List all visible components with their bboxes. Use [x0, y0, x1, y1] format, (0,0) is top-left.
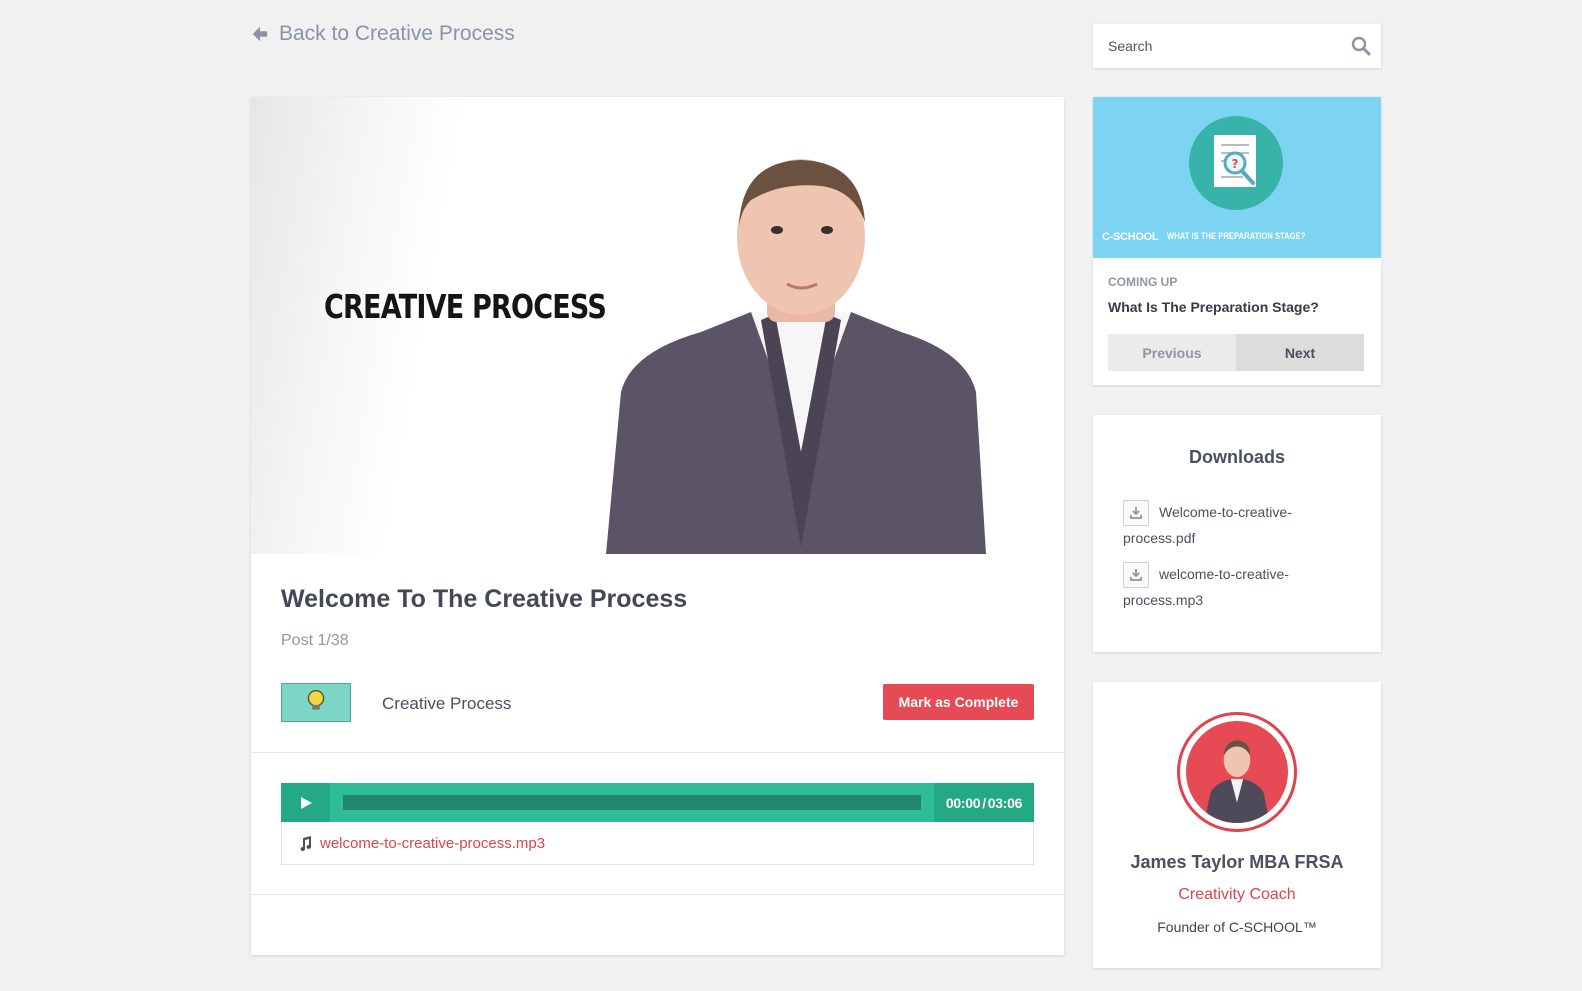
audio-time: 00:00/03:06: [934, 783, 1034, 822]
downloads-card: Downloads Welcome-to-creative-process.pd…: [1093, 415, 1381, 652]
author-role: Creativity Coach: [1178, 886, 1296, 903]
lesson-card: CREATIVE PROCESS Welcome To The Creative…: [251, 97, 1064, 955]
mark-complete-button[interactable]: Mark as Complete: [883, 684, 1034, 720]
video-player[interactable]: CREATIVE PROCESS: [251, 97, 1064, 554]
up-next-card: ? C-SCHOOL WHAT IS THE PREPARATION STAGE…: [1093, 97, 1381, 385]
author-name: James Taylor MBA FRSA: [1130, 852, 1344, 872]
coming-up-title[interactable]: What Is The Preparation Stage?: [1108, 299, 1319, 315]
course-thumbnail[interactable]: [281, 683, 351, 722]
audio-current-time: 00:00: [945, 794, 981, 811]
arrow-left-icon: [252, 26, 268, 42]
back-link[interactable]: Back to Creative Process: [251, 22, 515, 46]
course-name[interactable]: Creative Process: [382, 694, 511, 714]
download-item[interactable]: welcome-to-creative-process.mp3: [1123, 562, 1323, 613]
up-next-thumbnail[interactable]: ? C-SCHOOL WHAT IS THE PREPARATION STAGE…: [1093, 97, 1381, 258]
divider: [251, 894, 1064, 895]
video-overlay-title: CREATIVE PROCESS: [324, 287, 607, 326]
audio-duration: 03:06: [987, 794, 1023, 811]
audio-file-link[interactable]: welcome-to-creative-process.mp3: [320, 835, 545, 852]
play-icon: [300, 796, 312, 809]
author-photo: [1204, 740, 1270, 823]
search-box: [1093, 24, 1381, 68]
thumbnail-caption: WHAT IS THE PREPARATION STAGE?: [1167, 231, 1306, 241]
avatar: [1177, 712, 1297, 832]
search-icon[interactable]: [1351, 36, 1371, 56]
back-link-label: Back to Creative Process: [279, 22, 515, 45]
music-note-icon: [300, 835, 311, 851]
time-separator: /: [982, 794, 986, 811]
audio-player: 00:00/03:06: [281, 783, 1034, 822]
next-button[interactable]: Next: [1236, 334, 1364, 371]
download-icon: [1123, 562, 1149, 589]
author-note: Founder of C-SCHOOL™: [1157, 919, 1317, 935]
author-card: James Taylor MBA FRSA Creativity Coach F…: [1093, 682, 1381, 968]
divider: [251, 752, 1064, 753]
post-count: Post 1/38: [281, 632, 349, 649]
lightbulb-icon: [307, 689, 325, 710]
search-input[interactable]: [1093, 24, 1343, 68]
coming-up-label: COMING UP: [1108, 275, 1178, 289]
previous-button[interactable]: Previous: [1108, 334, 1236, 371]
download-icon: [1123, 500, 1149, 527]
presenter-image: [606, 159, 986, 554]
thumbnail-brand: C-SCHOOL: [1102, 231, 1159, 243]
audio-file-row: welcome-to-creative-process.mp3: [281, 822, 1034, 865]
audio-progress-track[interactable]: [343, 795, 921, 810]
downloads-title: Downloads: [1188, 447, 1285, 467]
play-button[interactable]: [281, 783, 330, 822]
lesson-title: Welcome To The Creative Process: [281, 585, 688, 613]
svg-text:?: ?: [1232, 157, 1239, 171]
download-item[interactable]: Welcome-to-creative-process.pdf: [1123, 500, 1323, 551]
